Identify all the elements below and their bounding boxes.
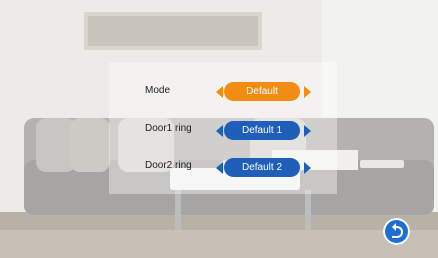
arrow-right-icon[interactable] <box>304 125 311 137</box>
door1-ring-value-chip[interactable]: Default 1 <box>224 121 300 140</box>
return-icon <box>392 223 403 238</box>
door1-ring-label: Door1 ring <box>145 123 192 134</box>
arrow-left-icon[interactable] <box>216 162 223 174</box>
mode-value-chip[interactable]: Default <box>224 82 300 101</box>
settings-panel <box>109 62 337 194</box>
door2-ring-value-chip[interactable]: Default 2 <box>224 158 300 177</box>
arrow-right-icon[interactable] <box>304 162 311 174</box>
arrow-right-icon[interactable] <box>304 86 311 98</box>
arrow-left-icon[interactable] <box>216 86 223 98</box>
door2-ring-label: Door2 ring <box>145 160 192 171</box>
mode-label: Mode <box>145 85 171 96</box>
back-button[interactable] <box>383 218 410 245</box>
arrow-left-icon[interactable] <box>216 125 223 137</box>
